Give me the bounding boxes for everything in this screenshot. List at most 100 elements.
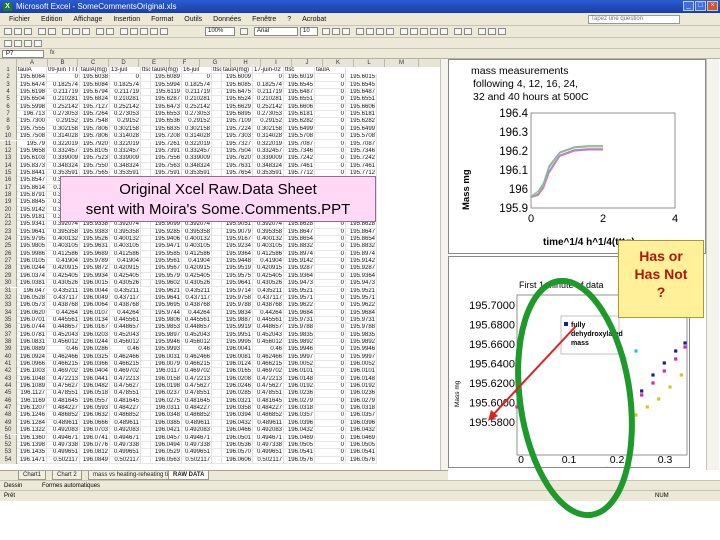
comma-style-icon[interactable] xyxy=(420,28,428,35)
print-icon[interactable] xyxy=(38,28,46,35)
grid-cell[interactable]: 0.332457 xyxy=(47,147,80,156)
grid-cell[interactable]: 0.430526 xyxy=(110,280,141,288)
grid-cell[interactable]: 0.332457 xyxy=(253,147,284,156)
grid-cell[interactable]: 195.7127 xyxy=(80,103,110,112)
grid-cell[interactable]: 195.8614 xyxy=(17,184,47,192)
grid-cell[interactable] xyxy=(141,74,151,82)
grid-cell[interactable] xyxy=(141,140,151,148)
row-number[interactable]: 13 xyxy=(0,155,17,163)
grid-cell[interactable]: 0.489611 xyxy=(110,419,141,428)
grid-cell[interactable]: 196.1089 xyxy=(17,383,47,391)
grid-cell[interactable]: 195.6181 xyxy=(284,111,315,119)
grid-cell[interactable]: 195.7261 xyxy=(151,140,182,148)
grid-cell[interactable]: 0.41904 xyxy=(182,258,212,266)
grid-cell[interactable]: 195.9631 xyxy=(80,243,110,251)
grid-cell[interactable] xyxy=(141,236,151,244)
row-number[interactable]: 37 xyxy=(0,331,17,339)
grid-cell[interactable] xyxy=(141,133,151,141)
grid-cell[interactable]: 196.0394 xyxy=(222,412,253,420)
grid-cell[interactable] xyxy=(141,331,151,339)
autoshapes-menu[interactable]: Formes automatiques xyxy=(42,483,100,489)
grid-cell[interactable]: 0.484227 xyxy=(110,405,141,413)
italic-icon[interactable] xyxy=(332,28,340,35)
grid-cell[interactable]: 0 xyxy=(315,456,346,464)
grid-cell[interactable]: 195.7242 xyxy=(284,155,315,163)
grid-cell[interactable] xyxy=(212,250,222,259)
grid-cell[interactable]: 195.6015 xyxy=(346,74,377,82)
grid-cell[interactable] xyxy=(212,81,222,90)
grid-cell[interactable]: 0.252142 xyxy=(110,103,141,112)
row-number[interactable]: 51 xyxy=(0,434,17,442)
grid-cell[interactable] xyxy=(141,419,151,428)
grid-cell[interactable]: 196.0286 xyxy=(80,346,110,354)
grid-cell[interactable]: 0 xyxy=(315,287,346,295)
font-name-select[interactable]: Arial xyxy=(254,27,298,36)
grid-cell[interactable] xyxy=(212,302,222,310)
grid-cell[interactable]: 195.9448 xyxy=(222,258,253,266)
grid-cell[interactable] xyxy=(212,125,222,134)
grid-cell[interactable]: 0.499651 xyxy=(47,449,80,457)
grid-cell[interactable]: 0 xyxy=(315,228,346,237)
grid-cell[interactable]: 195.9788 xyxy=(284,324,315,332)
grid-cell[interactable]: 196.0203 xyxy=(80,331,110,339)
grid-cell[interactable]: 196.0148 xyxy=(284,375,315,384)
grid-cell[interactable]: 0.494671 xyxy=(253,434,284,442)
grid-cell[interactable]: 196.0573 xyxy=(17,302,47,310)
grid-cell[interactable]: 0 xyxy=(110,74,141,82)
grid-cell[interactable] xyxy=(212,111,222,119)
grid-cell[interactable]: 0.437117 xyxy=(182,294,212,303)
grid-cell[interactable]: 196.0576 xyxy=(346,456,377,464)
grid-cell[interactable]: 195.9789 xyxy=(80,258,110,266)
grid-cell[interactable]: 196.0101 xyxy=(346,368,377,376)
row-number[interactable]: 25 xyxy=(0,243,17,251)
menu-edition[interactable]: Edition xyxy=(41,16,62,23)
grid-cell[interactable]: 0.182574 xyxy=(182,81,212,90)
grid-cell[interactable]: 196.0536 xyxy=(222,441,253,450)
column-header-k[interactable]: K xyxy=(323,59,354,67)
grid-cell[interactable]: 0 xyxy=(315,346,346,354)
grid-cell[interactable]: 0.420915 xyxy=(47,265,80,273)
grid-cell[interactable]: 0 xyxy=(315,449,346,457)
grid-cell[interactable]: 0.456012 xyxy=(253,338,284,347)
grid-cell[interactable]: 0 xyxy=(315,280,346,288)
row-number[interactable]: 32 xyxy=(0,294,17,303)
grid-cell[interactable]: 0.412586 xyxy=(47,250,80,259)
grid-cell[interactable]: 195.7504 xyxy=(222,147,253,156)
grid-cell[interactable]: 0.469702 xyxy=(110,368,141,376)
grid-cell[interactable] xyxy=(141,353,151,361)
grid-cell[interactable]: 0.494671 xyxy=(182,434,212,442)
grid-cell[interactable]: 195.9658 xyxy=(17,147,47,156)
grid-cell[interactable]: 195.7300 xyxy=(17,118,47,126)
grid-cell[interactable]: 0.445561 xyxy=(110,316,141,325)
grid-cell[interactable]: 196.0321 xyxy=(222,397,253,406)
grid-cell[interactable]: 195.7208 xyxy=(151,133,182,141)
grid-cell[interactable]: 195.8373 xyxy=(17,162,47,170)
grid-cell[interactable]: 0 xyxy=(47,74,80,82)
grid-cell[interactable]: 0.481645 xyxy=(47,397,80,406)
grid-cell[interactable] xyxy=(141,397,151,406)
grid-cell[interactable]: 195.6499 xyxy=(346,125,377,134)
undo-icon[interactable] xyxy=(96,28,104,35)
grid-cell[interactable]: 196.0432 xyxy=(346,427,377,435)
grid-cell[interactable]: 0.322019 xyxy=(110,140,141,148)
row-number[interactable]: 29 xyxy=(0,272,17,281)
menu-fichier[interactable]: Fichier xyxy=(9,16,30,23)
grid-cell[interactable]: 0.210281 xyxy=(47,96,80,104)
grid-cell[interactable] xyxy=(212,294,222,303)
grid-cell[interactable] xyxy=(212,390,222,398)
grid-cell[interactable]: 0.489611 xyxy=(47,419,80,428)
grid-cell[interactable]: 195.7806 xyxy=(80,133,110,141)
grid-cell[interactable]: 195.8647 xyxy=(346,228,377,237)
grid-cell[interactable]: 195.9835 xyxy=(284,331,315,339)
grid-cell[interactable]: 196.0325 xyxy=(80,353,110,361)
grid-cell[interactable]: 0.322019 xyxy=(253,140,284,148)
grid-cell[interactable]: 195.8441 xyxy=(17,169,47,178)
grid-cell[interactable]: 0.395358 xyxy=(47,228,80,237)
grid-cell[interactable]: 0.302158 xyxy=(110,125,141,134)
grid-cell[interactable]: 0.412586 xyxy=(110,250,141,259)
grid-cell[interactable]: 0.497338 xyxy=(110,441,141,450)
align-right-icon[interactable] xyxy=(376,28,384,35)
grid-cell[interactable]: 195.6824 xyxy=(80,96,110,104)
grid-cell[interactable]: 0.273053 xyxy=(47,111,80,119)
grid-cell[interactable]: 0.486852 xyxy=(182,412,212,420)
